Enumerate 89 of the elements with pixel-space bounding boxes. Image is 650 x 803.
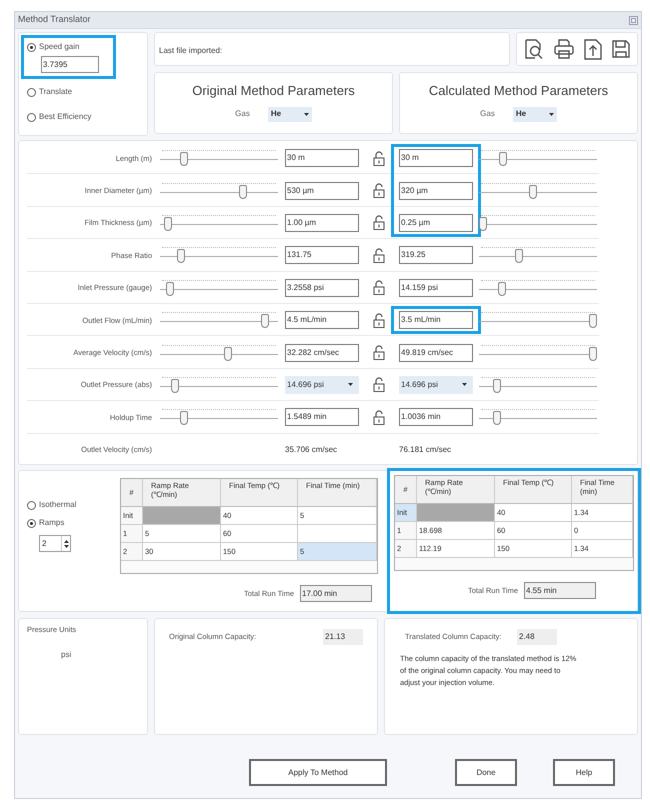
value-field[interactable]: 30 m [399,149,473,168]
value-field[interactable]: 4.5 mL/min [285,311,359,330]
gas-dropdown[interactable]: He [512,106,557,122]
value-text: 35.706 cm/sec [285,444,338,456]
radio-button[interactable] [27,42,36,52]
mode-option[interactable]: Speed gain 3.7395 [21,35,116,79]
slider-thumb[interactable] [493,411,502,426]
gas-dropdown[interactable]: He [268,106,312,122]
value-field[interactable]: 3.2558 psi [285,278,359,297]
radio-label: Translate [39,86,72,98]
slider-thumb[interactable] [498,282,506,296]
panel-title: Original Method Parameters [192,82,355,100]
dialog-button[interactable]: Done [455,759,517,786]
radio-label: Best Efficiency [39,111,92,123]
unlocked-padlock-icon[interactable] [373,150,385,166]
mode-option[interactable]: Translate [21,80,90,104]
slider-thumb[interactable] [239,184,248,199]
caret-icon[interactable] [348,383,353,386]
slider-thumb[interactable] [180,152,188,166]
caret-icon[interactable] [304,112,309,116]
radio-button[interactable] [27,500,36,510]
slider-thumb[interactable] [589,314,597,328]
unlocked-padlock-icon[interactable] [373,377,385,392]
value-field[interactable]: 1.00 µm [285,214,359,232]
upload-document-icon[interactable] [583,38,603,60]
slider-thumb[interactable] [498,152,507,166]
value-dropdown[interactable]: 14.696 psi [285,376,359,394]
value-field[interactable]: 319.25 [399,246,473,264]
pressure-units-value: psi [61,649,72,662]
mode-option[interactable]: Best Efficiency [21,105,108,129]
unlocked-padlock-icon[interactable] [373,248,385,263]
value-field[interactable]: 30 m [285,149,359,168]
gas-label: Gas [480,108,495,120]
capacity-value: 2.48 [517,629,557,645]
value-field[interactable]: 0.25 µm [399,214,473,232]
radio-button[interactable] [27,112,36,122]
value-field[interactable]: 530 µm [285,182,359,200]
radio-button[interactable] [27,88,36,96]
value-field[interactable]: 3.5 mL/min [399,311,473,330]
slider-thumb[interactable] [176,249,184,264]
slider-thumb[interactable] [479,216,487,231]
ramps-spinner[interactable]: 2 [39,535,71,552]
slider-thumb[interactable] [180,411,188,426]
unlocked-padlock-icon[interactable] [373,215,385,230]
value-field[interactable]: 14.159 psi [399,278,473,297]
unlocked-padlock-icon[interactable] [373,345,385,360]
unlocked-padlock-icon[interactable] [373,312,385,328]
slider-thumb[interactable] [224,346,232,361]
value-field[interactable]: 49.819 cm/sec [399,344,473,362]
value-field[interactable]: 320 µm [399,182,473,200]
radio-label: Ramps [39,517,64,529]
total-run-time-field: 4.55 min [524,582,596,599]
radio-button[interactable] [27,518,36,528]
dialog-button[interactable]: Apply To Method [249,759,387,786]
window-title: Method Translator [18,13,91,26]
spin-up-icon[interactable] [64,540,68,542]
value-field[interactable]: 131.75 [285,246,359,264]
dialog-button[interactable]: Help [553,759,615,786]
caret-icon[interactable] [548,112,554,116]
unlocked-padlock-icon[interactable] [373,280,385,296]
slider-thumb[interactable] [261,314,270,328]
spin-down-icon[interactable] [64,544,68,548]
slider-thumb[interactable] [164,216,172,231]
document-search-icon[interactable] [523,38,545,60]
restore-icon[interactable] [629,16,638,24]
slider-thumb[interactable] [589,346,597,361]
slider-thumb[interactable] [515,249,524,264]
radio-label: Speed gain [39,41,80,53]
slider-thumb[interactable] [528,184,536,199]
caret-icon[interactable] [462,383,467,386]
gas-label: Gas [235,108,250,120]
slider-thumb[interactable] [493,378,502,393]
value-field[interactable]: 1.5489 min [285,408,359,426]
value-text: 76.181 cm/sec [399,444,452,456]
slider-thumb[interactable] [171,378,179,393]
speed-gain-field[interactable]: 3.7395 [41,56,99,73]
panel-title: Calculated Method Parameters [428,82,608,100]
slider-thumb[interactable] [166,282,174,296]
radio-label: Isothermal [39,499,76,511]
unlocked-padlock-icon[interactable] [373,183,385,198]
capacity-value: 21.13 [323,629,363,645]
last-file-label: Last file imported: [159,46,222,55]
save-icon[interactable] [611,39,631,59]
value-dropdown[interactable]: 14.696 psi [399,376,473,394]
unlocked-padlock-icon[interactable] [373,410,385,425]
value-field[interactable]: 32.282 cm/sec [285,344,359,362]
printer-icon[interactable] [553,38,575,60]
total-run-time-field: 17.00 min [300,585,372,602]
value-field[interactable]: 1.0036 min [399,408,473,426]
